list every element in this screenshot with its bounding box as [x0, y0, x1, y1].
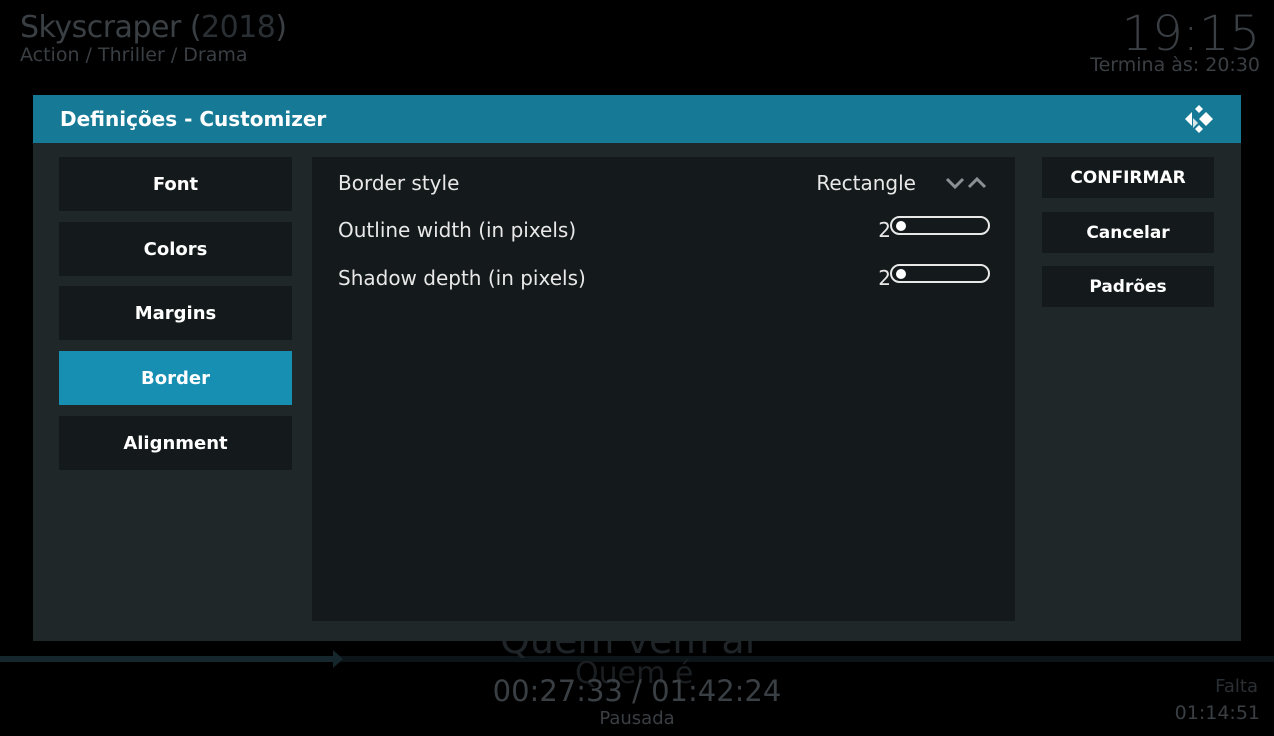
- setting-label: Shadow depth (in pixels): [338, 266, 586, 290]
- movie-year: 2018: [201, 10, 276, 45]
- remaining-label: Falta: [1215, 676, 1258, 697]
- defaults-label: Padrões: [1089, 276, 1167, 297]
- spinner-arrows-icon[interactable]: [943, 174, 991, 192]
- defaults-button[interactable]: Padrões: [1042, 266, 1214, 307]
- setting-value: 2: [878, 266, 891, 290]
- confirm-label: CONFIRMAR: [1070, 167, 1186, 188]
- setting-outline-width[interactable]: Outline width (in pixels) 2: [312, 207, 1015, 251]
- category-border[interactable]: Border: [59, 351, 292, 405]
- seek-bar-knob: [333, 650, 343, 668]
- setting-value: Rectangle: [816, 171, 916, 195]
- category-colors[interactable]: Colors: [59, 222, 292, 276]
- kodi-logo-icon: [1185, 105, 1213, 133]
- slider-knob[interactable]: [896, 269, 906, 279]
- category-label: Border: [141, 367, 210, 389]
- settings-dialog: Definições - Customizer Font Colors Marg…: [33, 95, 1241, 641]
- shadow-depth-slider[interactable]: [890, 264, 990, 283]
- outline-width-slider[interactable]: [890, 216, 990, 235]
- setting-shadow-depth[interactable]: Shadow depth (in pixels) 2: [312, 255, 1015, 299]
- movie-title-text: Skyscraper (: [20, 10, 202, 45]
- category-margins[interactable]: Margins: [59, 286, 292, 340]
- cancel-label: Cancelar: [1086, 222, 1170, 243]
- movie-genre: Action / Thriller / Drama: [20, 44, 248, 66]
- movie-title-close: ): [275, 10, 287, 45]
- dialog-title: Definições - Customizer: [60, 107, 327, 131]
- setting-label: Outline width (in pixels): [338, 218, 577, 242]
- playback-status: Pausada: [599, 708, 675, 729]
- remaining-time: 01:14:51: [1174, 702, 1260, 724]
- playback-time: 00:27:33 / 01:42:24: [492, 674, 782, 708]
- cancel-button[interactable]: Cancelar: [1042, 212, 1214, 253]
- category-label: Margins: [134, 302, 217, 324]
- slider-knob[interactable]: [896, 221, 906, 231]
- category-label: Font: [152, 173, 199, 195]
- dialog-header: Definições - Customizer: [33, 95, 1241, 143]
- category-alignment[interactable]: Alignment: [59, 416, 292, 470]
- setting-value: 2: [878, 218, 891, 242]
- category-label: Colors: [143, 238, 208, 260]
- setting-border-style[interactable]: Border style Rectangle: [312, 160, 1015, 204]
- ends-at: Termina às: 20:30: [1090, 54, 1260, 76]
- settings-list: Border style Rectangle Outline width (in…: [312, 157, 1015, 621]
- seek-bar-progress: [0, 656, 340, 662]
- setting-label: Border style: [338, 171, 460, 195]
- confirm-button[interactable]: CONFIRMAR: [1042, 157, 1214, 198]
- category-font[interactable]: Font: [59, 157, 292, 211]
- category-label: Alignment: [123, 432, 228, 454]
- movie-title: Skyscraper (2018): [20, 10, 287, 45]
